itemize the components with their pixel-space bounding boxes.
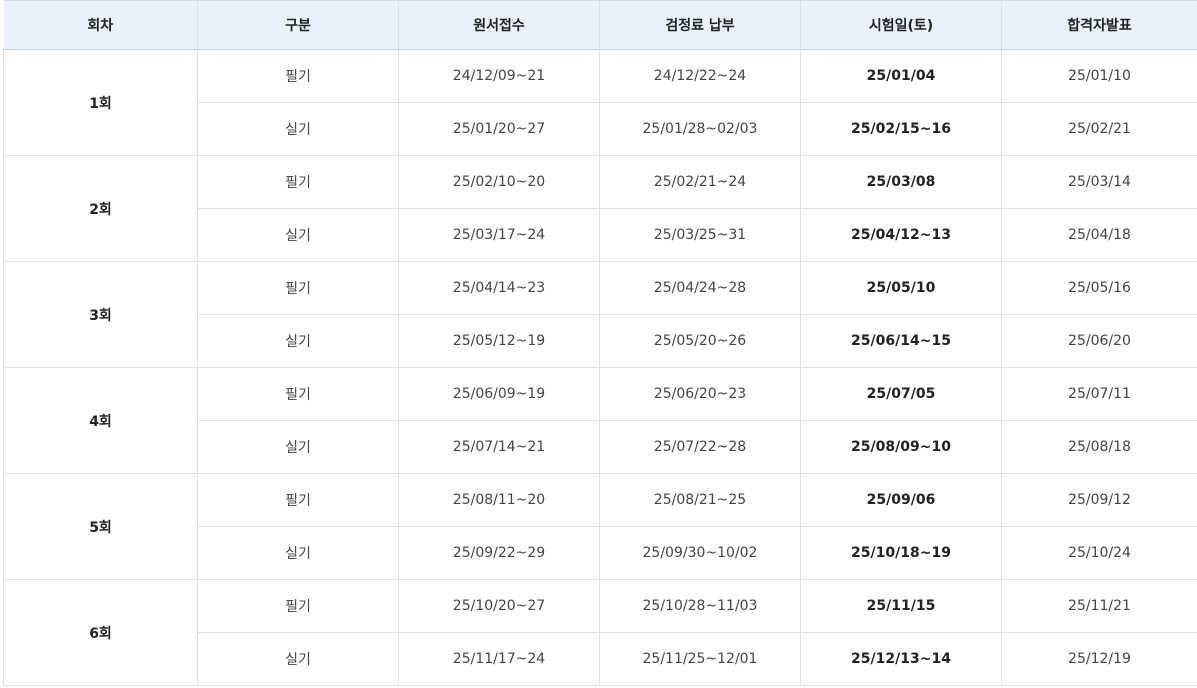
- header-round: 회차: [3, 0, 198, 50]
- fee-period: 25/05/20~26: [599, 314, 801, 368]
- fee-period: 25/08/21~25: [599, 473, 801, 527]
- table-body: 1회 필기 24/12/09~21 24/12/22~24 25/01/04 2…: [3, 49, 1197, 686]
- exam-type: 필기: [197, 49, 399, 103]
- application-period: 25/09/22~29: [398, 526, 600, 580]
- result-date: 25/03/14: [1001, 155, 1197, 209]
- header-fee-payment: 검정료 납부: [599, 0, 801, 50]
- exam-date: 25/11/15: [800, 579, 1002, 633]
- exam-date: 25/07/05: [800, 367, 1002, 421]
- fee-period: 25/10/28~11/03: [599, 579, 801, 633]
- round-label: 5회: [3, 473, 198, 580]
- table-row: 4회 필기 25/06/09~19 25/06/20~23 25/07/05 2…: [3, 367, 1197, 474]
- round-label: 2회: [3, 155, 198, 262]
- fee-period: 25/07/22~28: [599, 420, 801, 474]
- table-row: 3회 필기 25/04/14~23 25/04/24~28 25/05/10 2…: [3, 261, 1197, 368]
- result-date: 25/01/10: [1001, 49, 1197, 103]
- exam-date: 25/05/10: [800, 261, 1002, 315]
- result-date: 25/11/21: [1001, 579, 1197, 633]
- exam-date: 25/08/09~10: [800, 420, 1002, 474]
- fee-period: 25/03/25~31: [599, 208, 801, 262]
- application-period: 24/12/09~21: [398, 49, 600, 103]
- exam-date: 25/02/15~16: [800, 102, 1002, 156]
- round-label: 1회: [3, 49, 198, 156]
- application-period: 25/02/10~20: [398, 155, 600, 209]
- fee-period: 25/11/25~12/01: [599, 632, 801, 686]
- table-row: 5회 필기 25/08/11~20 25/08/21~25 25/09/06 2…: [3, 473, 1197, 580]
- table-row: 6회 필기 25/10/20~27 25/10/28~11/03 25/11/1…: [3, 579, 1197, 686]
- table-header: 회차 구분 원서접수 검정료 납부 시험일(토) 합격자발표: [3, 0, 1197, 50]
- application-period: 25/08/11~20: [398, 473, 600, 527]
- round-label: 6회: [3, 579, 198, 686]
- exam-type: 실기: [197, 314, 399, 368]
- application-period: 25/11/17~24: [398, 632, 600, 686]
- fee-period: 25/02/21~24: [599, 155, 801, 209]
- exam-date: 25/04/12~13: [800, 208, 1002, 262]
- round-label: 3회: [3, 261, 198, 368]
- result-date: 25/05/16: [1001, 261, 1197, 315]
- result-date: 25/08/18: [1001, 420, 1197, 474]
- result-date: 25/10/24: [1001, 526, 1197, 580]
- exam-type: 실기: [197, 102, 399, 156]
- exam-type: 실기: [197, 526, 399, 580]
- fee-period: 25/04/24~28: [599, 261, 801, 315]
- exam-type: 필기: [197, 261, 399, 315]
- application-period: 25/05/12~19: [398, 314, 600, 368]
- table-row: 1회 필기 24/12/09~21 24/12/22~24 25/01/04 2…: [3, 49, 1197, 156]
- header-exam-date: 시험일(토): [800, 0, 1002, 50]
- result-date: 25/12/19: [1001, 632, 1197, 686]
- result-date: 25/02/21: [1001, 102, 1197, 156]
- exam-type: 필기: [197, 155, 399, 209]
- result-date: 25/06/20: [1001, 314, 1197, 368]
- exam-type: 실기: [197, 420, 399, 474]
- application-period: 25/04/14~23: [398, 261, 600, 315]
- exam-type: 필기: [197, 473, 399, 527]
- exam-type: 실기: [197, 208, 399, 262]
- exam-date: 25/09/06: [800, 473, 1002, 527]
- fee-period: 24/12/22~24: [599, 49, 801, 103]
- header-type: 구분: [197, 0, 399, 50]
- exam-type: 필기: [197, 367, 399, 421]
- result-date: 25/09/12: [1001, 473, 1197, 527]
- result-date: 25/07/11: [1001, 367, 1197, 421]
- application-period: 25/07/14~21: [398, 420, 600, 474]
- fee-period: 25/01/28~02/03: [599, 102, 801, 156]
- round-label: 4회: [3, 367, 198, 474]
- exam-date: 25/10/18~19: [800, 526, 1002, 580]
- header-result-announcement: 합격자발표: [1001, 0, 1197, 50]
- exam-date: 25/06/14~15: [800, 314, 1002, 368]
- exam-date: 25/01/04: [800, 49, 1002, 103]
- result-date: 25/04/18: [1001, 208, 1197, 262]
- header-row: 회차 구분 원서접수 검정료 납부 시험일(토) 합격자발표: [3, 0, 1197, 50]
- exam-date: 25/03/08: [800, 155, 1002, 209]
- application-period: 25/03/17~24: [398, 208, 600, 262]
- application-period: 25/10/20~27: [398, 579, 600, 633]
- fee-period: 25/06/20~23: [599, 367, 801, 421]
- header-application: 원서접수: [398, 0, 600, 50]
- exam-type: 실기: [197, 632, 399, 686]
- table-row: 2회 필기 25/02/10~20 25/02/21~24 25/03/08 2…: [3, 155, 1197, 262]
- exam-schedule-table: 회차 구분 원서접수 검정료 납부 시험일(토) 합격자발표 1회 필기 24/…: [3, 0, 1197, 686]
- exam-date: 25/12/13~14: [800, 632, 1002, 686]
- exam-type: 필기: [197, 579, 399, 633]
- application-period: 25/06/09~19: [398, 367, 600, 421]
- fee-period: 25/09/30~10/02: [599, 526, 801, 580]
- application-period: 25/01/20~27: [398, 102, 600, 156]
